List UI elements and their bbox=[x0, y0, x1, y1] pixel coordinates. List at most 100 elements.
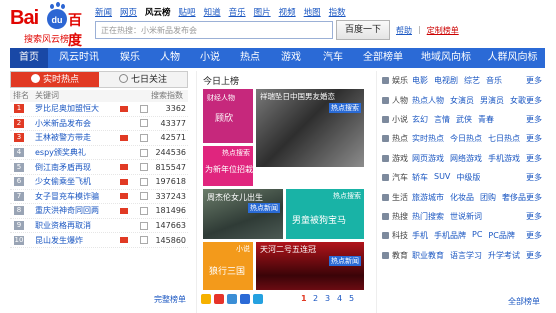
keyword-link[interactable]: 少女偷乘坐飞机 bbox=[35, 176, 123, 187]
more-link[interactable]: 更多 bbox=[526, 172, 542, 183]
more-link[interactable]: 更多 bbox=[526, 114, 542, 125]
search-input[interactable]: 正在热搜：小米新品发布会 bbox=[95, 21, 333, 39]
nav-top[interactable]: 风云榜 bbox=[145, 6, 171, 18]
more-link[interactable]: 更多 bbox=[526, 250, 542, 261]
nav-index[interactable]: 指数 bbox=[329, 6, 346, 18]
category-link[interactable]: 男演员 bbox=[480, 95, 504, 106]
hot-list-row[interactable]: 8 重庆洪神奇同回两 181496 bbox=[10, 204, 188, 219]
keyword-link[interactable]: 昆山发生爆炸 bbox=[35, 235, 123, 246]
category-link[interactable]: 团购 bbox=[480, 192, 496, 203]
tile-hot2[interactable]: 热点搜索 男童被狗宝马 bbox=[286, 189, 364, 239]
category-link[interactable]: 手机游戏 bbox=[488, 153, 520, 164]
checkbox-icon[interactable] bbox=[140, 221, 148, 230]
category-link[interactable]: 女演员 bbox=[450, 95, 474, 106]
category-link[interactable]: 中级版 bbox=[456, 172, 480, 183]
tab-realtime[interactable]: 实时热点 bbox=[11, 72, 99, 87]
category-link[interactable]: 热点人物 bbox=[412, 95, 444, 106]
category-link[interactable]: 旅游城市 bbox=[412, 192, 444, 203]
category-link[interactable]: 女歌手 bbox=[510, 95, 526, 106]
checkbox-icon[interactable] bbox=[140, 236, 148, 245]
tile-hot1[interactable]: 热点搜索 为新年位招栽 bbox=[203, 146, 253, 186]
nav-news[interactable]: 新闻 bbox=[95, 6, 112, 18]
tile-person[interactable]: 财经人物 顾欣 bbox=[203, 89, 253, 143]
keyword-link[interactable]: 女子冒充车模诈骗 bbox=[35, 191, 123, 202]
tieba-share-icon[interactable] bbox=[240, 294, 250, 304]
page-5[interactable]: 5 bbox=[349, 294, 354, 303]
cat-region[interactable]: 地域风向标 bbox=[412, 48, 480, 68]
category-link[interactable]: PC bbox=[472, 230, 482, 241]
checkbox-icon[interactable] bbox=[140, 192, 148, 201]
category-link[interactable]: 青春 bbox=[478, 114, 494, 125]
page-1[interactable]: 1 bbox=[301, 294, 307, 303]
more-link[interactable]: 更多 bbox=[526, 153, 542, 164]
category-link[interactable]: 手机 bbox=[412, 230, 428, 241]
more-link[interactable]: 更多 bbox=[526, 75, 542, 86]
page-4[interactable]: 4 bbox=[337, 294, 342, 303]
cat-home[interactable]: 首页 bbox=[10, 48, 48, 68]
keyword-link[interactable]: 罗比尼奥加盟恒大 bbox=[35, 103, 123, 114]
customize-link[interactable]: 定制榜单 bbox=[427, 25, 459, 36]
category-link[interactable]: 言情 bbox=[434, 114, 450, 125]
more-link[interactable]: 更多 bbox=[526, 230, 542, 241]
hot-list-row[interactable]: 3 王林被警方带走 42571 bbox=[10, 131, 188, 146]
tile-supercomputer[interactable]: 天河二号五连冠 热点新闻 bbox=[256, 242, 364, 290]
checkbox-icon[interactable] bbox=[140, 177, 148, 186]
checkbox-icon[interactable] bbox=[140, 133, 148, 142]
tile-novel[interactable]: 小说 狼行三国 bbox=[203, 242, 253, 290]
cat-all[interactable]: 全部榜单 bbox=[354, 48, 412, 68]
category-link[interactable]: PC品牌 bbox=[488, 230, 514, 241]
nav-web[interactable]: 网页 bbox=[120, 6, 137, 18]
category-link[interactable]: 电影 bbox=[412, 75, 428, 86]
renren-share-icon[interactable] bbox=[227, 294, 237, 304]
hot-list-row[interactable]: 2 小米新品发布会 43377 bbox=[10, 117, 188, 132]
cat-car[interactable]: 汽车 bbox=[312, 48, 354, 68]
tab-7day[interactable]: 七日关注 bbox=[99, 72, 187, 87]
hot-list-row[interactable]: 10 昆山发生爆炸 145860 bbox=[10, 233, 188, 248]
category-link[interactable]: 玄幻 bbox=[412, 114, 428, 125]
checkbox-icon[interactable] bbox=[140, 206, 148, 215]
category-link[interactable]: 语言学习 bbox=[450, 250, 482, 261]
nav-map[interactable]: 地图 bbox=[304, 6, 321, 18]
tile-photo-news[interactable]: 祥瑞坠日中国男友婚恋 热点搜索 bbox=[256, 89, 364, 167]
nav-tieba[interactable]: 贴吧 bbox=[179, 6, 196, 18]
checkbox-icon[interactable] bbox=[140, 163, 148, 172]
keyword-link[interactable]: 王林被警方带走 bbox=[35, 132, 123, 143]
cat-game[interactable]: 游戏 bbox=[270, 48, 312, 68]
more-link[interactable]: 更多 bbox=[526, 133, 542, 144]
nav-music[interactable]: 音乐 bbox=[229, 6, 246, 18]
category-link[interactable]: 实时热点 bbox=[412, 133, 444, 144]
category-link[interactable]: 综艺 bbox=[464, 75, 480, 86]
checkbox-icon[interactable] bbox=[140, 104, 148, 113]
nav-zhidao[interactable]: 知道 bbox=[204, 6, 221, 18]
category-link[interactable]: 音乐 bbox=[486, 75, 502, 86]
category-link[interactable]: 升学考试 bbox=[488, 250, 520, 261]
category-link[interactable]: SUV bbox=[434, 172, 450, 183]
page-2[interactable]: 2 bbox=[313, 294, 318, 303]
baidu-logo[interactable]: Bai du 百度 搜索风云榜 bbox=[10, 4, 90, 49]
hot-list-row[interactable]: 9 职业资格再取消 147663 bbox=[10, 219, 188, 234]
category-link[interactable]: 世说新词 bbox=[450, 211, 482, 222]
nav-image[interactable]: 图片 bbox=[254, 6, 271, 18]
search-button[interactable]: 百度一下 bbox=[336, 20, 390, 40]
keyword-link[interactable]: 倒江南矛盾再现 bbox=[35, 162, 123, 173]
keyword-link[interactable]: espy颁奖典礼 bbox=[35, 147, 123, 158]
more-link[interactable]: 更多 bbox=[526, 95, 542, 106]
hot-list-row[interactable]: 5 倒江南矛盾再现 815547 bbox=[10, 160, 188, 175]
category-link[interactable]: 手机品牌 bbox=[434, 230, 466, 241]
category-link[interactable]: 电视剧 bbox=[434, 75, 458, 86]
full-list-link[interactable]: 完整榜单 bbox=[154, 294, 186, 305]
checkbox-icon[interactable] bbox=[140, 148, 148, 157]
hot-list-row[interactable]: 6 少女偷乘坐飞机 197618 bbox=[10, 175, 188, 190]
cat-novel[interactable]: 小说 bbox=[190, 48, 230, 68]
cat-ent[interactable]: 娱乐 bbox=[110, 48, 150, 68]
help-link[interactable]: 帮助 bbox=[396, 25, 412, 36]
category-link[interactable]: 职业教育 bbox=[412, 250, 444, 261]
category-link[interactable]: 网络游戏 bbox=[450, 153, 482, 164]
category-link[interactable]: 网页游戏 bbox=[412, 153, 444, 164]
category-link[interactable]: 化妆品 bbox=[450, 192, 474, 203]
cat-crowd[interactable]: 人群风向标 bbox=[480, 48, 545, 68]
qq-share-icon[interactable] bbox=[253, 294, 263, 304]
checkbox-icon[interactable] bbox=[140, 119, 148, 128]
page-3[interactable]: 3 bbox=[325, 294, 330, 303]
category-link[interactable]: 武侠 bbox=[456, 114, 472, 125]
